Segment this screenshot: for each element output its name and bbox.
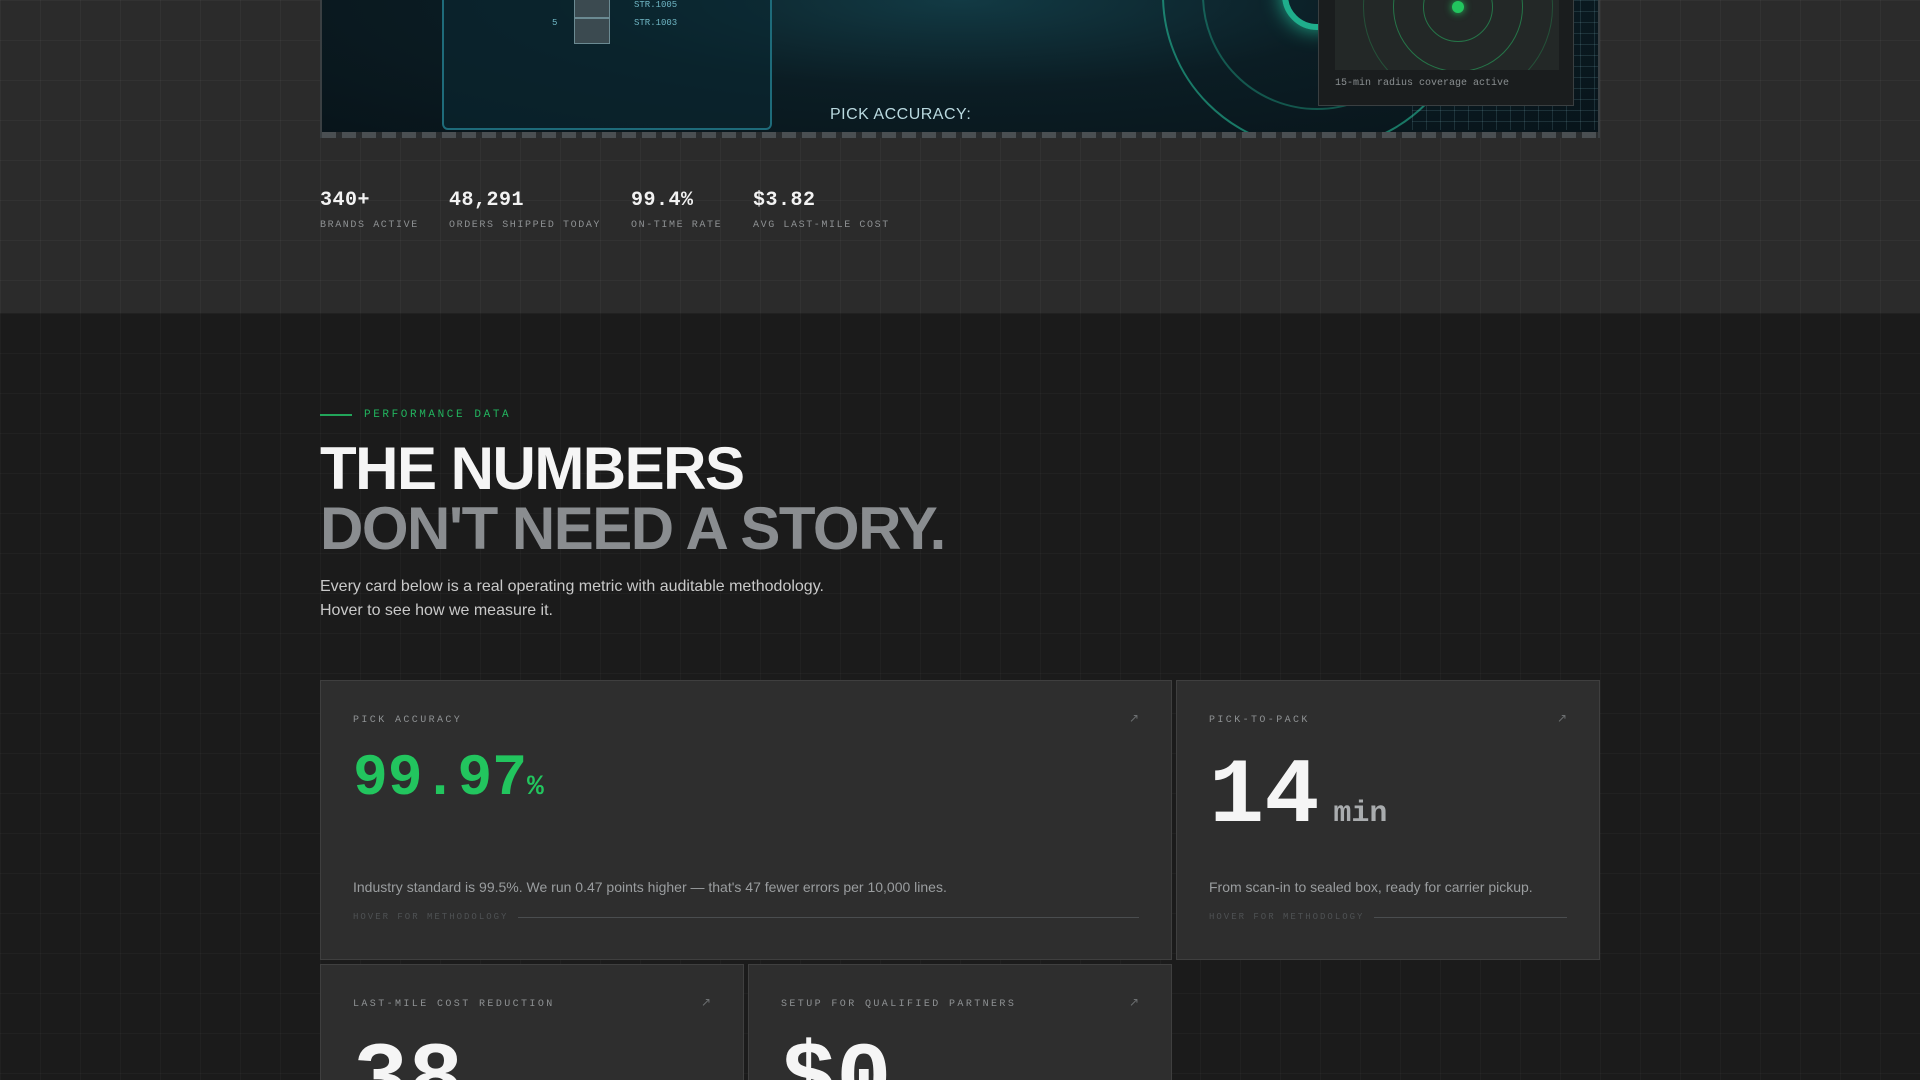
hero-pick-panel: STR.1005 5 STR.1003 xyxy=(442,0,772,130)
panel-row-value: STR.1003 xyxy=(634,18,678,28)
coverage-card: 15-min radius coverage active xyxy=(1318,0,1574,106)
card-label: PICK ACCURACY xyxy=(353,715,463,726)
stat-last-mile-cost: $3.82 AVG LAST-MILE COST xyxy=(753,189,890,231)
card-value: 14 min xyxy=(1209,751,1387,860)
card-label: PICK-TO-PACK xyxy=(1209,715,1310,726)
card-value-unit: min xyxy=(1333,797,1388,831)
eyebrow-rule xyxy=(320,414,352,416)
section-eyebrow: PERFORMANCE DATA xyxy=(320,409,511,421)
arrow-up-right-icon: ↗ xyxy=(1556,711,1567,725)
card-value: 38 xyxy=(353,1035,463,1080)
scan-strip xyxy=(322,132,1598,138)
eyebrow-label: PERFORMANCE DATA xyxy=(364,409,512,421)
subtext-line-1: Every card below is a real operating met… xyxy=(320,578,824,595)
hover-hint-label: HOVER FOR METHODOLOGY xyxy=(1209,912,1365,922)
stat-orders-shipped: 48,291 ORDERS SHIPPED TODAY xyxy=(449,189,601,231)
metric-card-pick-to-pack[interactable]: PICK-TO-PACK ↗ 14 min From scan-in to sea… xyxy=(1176,680,1600,960)
card-hover-hint: HOVER FOR METHODOLOGY xyxy=(1209,912,1567,922)
stat-value: 48,291 xyxy=(449,189,525,212)
card-value: $0 xyxy=(781,1035,891,1080)
hover-hint-label: HOVER FOR METHODOLOGY xyxy=(353,912,509,922)
card-hover-hint: HOVER FOR METHODOLOGY xyxy=(353,912,1139,922)
panel-row-index: 5 xyxy=(552,18,558,28)
stat-label: AVG LAST-MILE COST xyxy=(753,220,890,231)
card-description: Industry standard is 99.5%. We run 0.47 … xyxy=(353,879,947,895)
metric-card-setup-cost[interactable]: SETUP FOR QUALIFIED PARTNERS ↗ $0 xyxy=(748,964,1172,1080)
metric-card-pick-accuracy[interactable]: PICK ACCURACY ↗ 99.97% Industry standard… xyxy=(320,680,1172,960)
headline-line-1: THE NUMBERS xyxy=(320,435,745,502)
stat-value: 99.4% xyxy=(631,189,694,212)
product-thumbnail xyxy=(574,18,610,44)
product-thumbnail xyxy=(574,0,610,18)
card-value-unit: % xyxy=(527,772,544,803)
arrow-up-right-icon: ↗ xyxy=(700,995,711,1009)
stat-brands-active: 340+ BRANDS ACTIVE xyxy=(320,189,419,231)
card-label: LAST-MILE COST REDUCTION xyxy=(353,999,555,1010)
stat-label: ORDERS SHIPPED TODAY xyxy=(449,220,602,231)
hero-pick-accuracy-caption: PICK ACCURACY: xyxy=(830,106,972,123)
top-band: STR.1005 5 STR.1003 PICK ACCURACY: 15-mi… xyxy=(0,0,1920,313)
hover-hint-rule xyxy=(518,916,1139,918)
stat-label: ON-TIME RATE xyxy=(631,220,723,231)
performance-section: PERFORMANCE DATA THE NUMBERS DON'T NEED … xyxy=(0,313,1920,1080)
location-pin-icon xyxy=(1452,1,1464,13)
card-value-number: 14 xyxy=(1209,744,1320,849)
arrow-up-right-icon: ↗ xyxy=(1128,995,1139,1009)
section-headline: THE NUMBERS DON'T NEED A STORY. xyxy=(320,435,946,562)
stat-label: BRANDS ACTIVE xyxy=(320,220,419,231)
hover-hint-rule xyxy=(1374,916,1567,918)
stat-value: 340+ xyxy=(320,189,371,212)
stat-on-time-rate: 99.4% ON-TIME RATE xyxy=(631,189,722,231)
card-value: 99.97% xyxy=(353,747,544,821)
card-value-number: 99.97 xyxy=(353,747,528,812)
card-label: SETUP FOR QUALIFIED PARTNERS xyxy=(781,999,1017,1010)
metric-card-last-mile-cost-reduction[interactable]: LAST-MILE COST REDUCTION ↗ 38 xyxy=(320,964,744,1080)
arrow-up-right-icon: ↗ xyxy=(1128,711,1139,725)
coverage-caption: 15-min radius coverage active xyxy=(1335,78,1510,89)
headline-line-2: DON'T NEED A STORY. xyxy=(320,495,946,562)
stat-value: $3.82 xyxy=(753,189,816,212)
coverage-map xyxy=(1335,0,1559,70)
section-subtext: Every card below is a real operating met… xyxy=(320,575,880,623)
card-description: From scan-in to sealed box, ready for ca… xyxy=(1209,879,1533,895)
subtext-line-2: Hover to see how we measure it. xyxy=(320,602,553,619)
